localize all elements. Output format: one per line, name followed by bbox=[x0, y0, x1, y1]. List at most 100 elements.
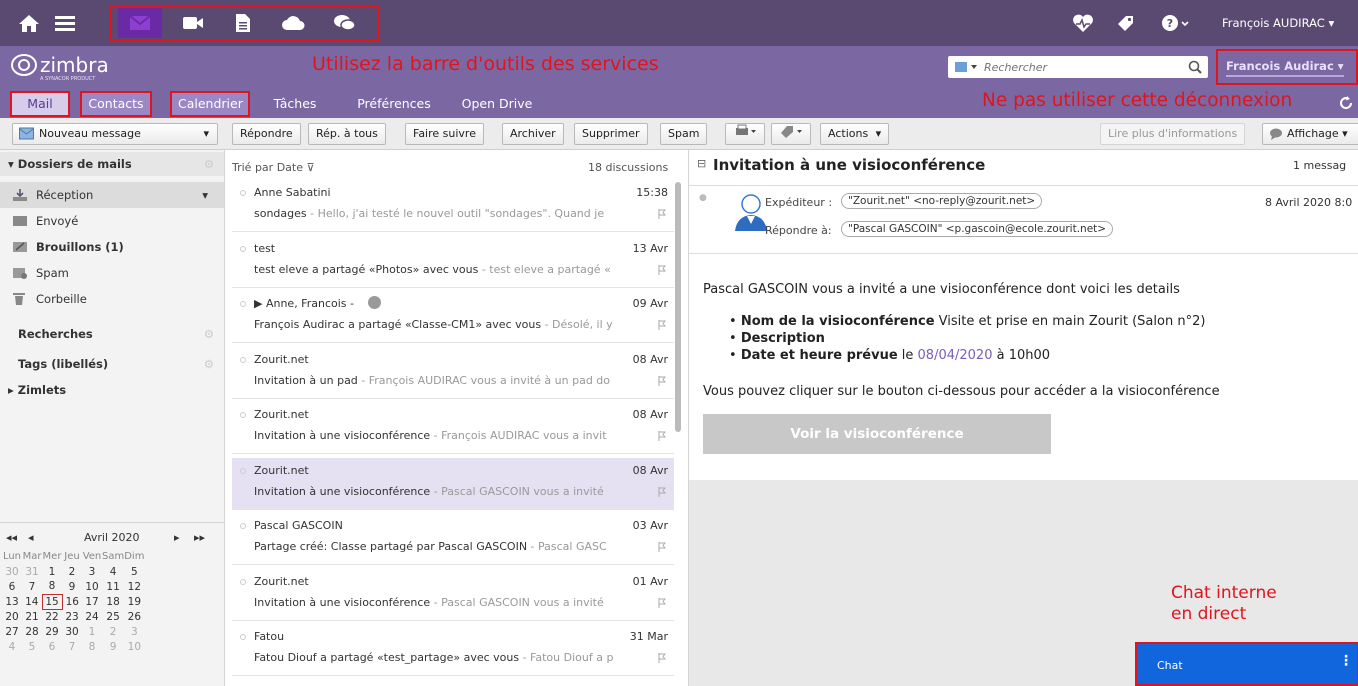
table-row[interactable]: Zourit.net 08 Avr Invitation à un pad - Fr… bbox=[232, 347, 674, 399]
next-year-icon[interactable]: ▸▸ bbox=[194, 531, 205, 544]
read-status-dot[interactable] bbox=[240, 412, 246, 418]
tab-tasks[interactable]: Tâches bbox=[264, 91, 326, 117]
flag-icon[interactable] bbox=[658, 431, 666, 441]
prev-year-icon[interactable]: ◂◂ bbox=[6, 531, 17, 544]
calendar-day[interactable]: 4 bbox=[102, 564, 124, 579]
sort-label[interactable]: Trié par Date ⊽ bbox=[232, 161, 315, 174]
reply-button[interactable]: Répondre bbox=[232, 123, 301, 145]
sidebar-item-inbox[interactable]: Réception ▾ bbox=[0, 182, 224, 208]
read-more-button[interactable]: Lire plus d'informations bbox=[1100, 123, 1246, 145]
read-status-dot[interactable] bbox=[240, 356, 246, 363]
flag-icon[interactable] bbox=[658, 486, 666, 497]
table-row[interactable]: Zourit.net 08 Avr Invitation à une visioco… bbox=[232, 457, 674, 510]
calendar-day[interactable]: 14 bbox=[22, 594, 42, 609]
calendar-day[interactable]: 9 bbox=[102, 639, 124, 654]
calendar-day[interactable]: 17 bbox=[82, 594, 102, 609]
calendar-day[interactable]: 10 bbox=[82, 579, 102, 594]
calendar-day[interactable]: 5 bbox=[22, 639, 42, 654]
calendar-day[interactable]: 2 bbox=[62, 564, 82, 579]
print-button[interactable] bbox=[725, 123, 765, 145]
searches-header[interactable]: Recherches ⚙ bbox=[0, 322, 224, 346]
table-row[interactable]: Fatou 31 Mar Fatou Diouf a partagé «test_p… bbox=[232, 624, 674, 676]
cloud-icon[interactable] bbox=[278, 8, 308, 38]
top-user-menu[interactable]: François AUDIRAC ▾ bbox=[1222, 16, 1334, 30]
table-row[interactable]: Pascal GASCOIN 03 Avr Partage créé: Classe… bbox=[232, 513, 674, 565]
table-row[interactable]: Anne Sabatini 15:38 sondages - Hello, j'ai… bbox=[232, 180, 674, 232]
calendar-day[interactable]: 26 bbox=[124, 609, 144, 624]
calendar-day[interactable]: 1 bbox=[42, 564, 62, 579]
sidebar-item-sent[interactable]: Envoyé bbox=[0, 208, 224, 234]
table-row[interactable]: ▶ Anne, Francois - 09 Avr François Audirac… bbox=[232, 291, 674, 343]
flag-icon[interactable] bbox=[658, 264, 666, 275]
calendar-day[interactable]: 7 bbox=[22, 579, 42, 594]
tab-mail[interactable]: Mail bbox=[10, 91, 70, 117]
tag-icon[interactable] bbox=[1110, 8, 1140, 38]
read-status-dot[interactable] bbox=[240, 190, 246, 196]
spam-button[interactable]: Spam bbox=[660, 123, 708, 145]
tag-button[interactable] bbox=[771, 123, 811, 145]
prev-month-icon[interactable]: ◂ bbox=[28, 531, 34, 544]
calendar-day[interactable]: 27 bbox=[2, 624, 22, 639]
archive-button[interactable]: Archiver bbox=[502, 123, 564, 145]
next-month-icon[interactable]: ▸ bbox=[174, 531, 180, 544]
read-status-dot[interactable] bbox=[240, 467, 246, 474]
menu-icon[interactable] bbox=[50, 8, 80, 38]
search-icon[interactable] bbox=[1188, 60, 1202, 74]
flag-icon[interactable] bbox=[658, 320, 666, 330]
forward-button[interactable]: Faire suivre bbox=[405, 123, 484, 145]
gear-icon[interactable]: ⚙ bbox=[204, 352, 214, 376]
flag-icon[interactable] bbox=[658, 542, 666, 552]
calendar-day[interactable]: 6 bbox=[42, 639, 62, 654]
tab-contacts[interactable]: Contacts bbox=[80, 91, 152, 117]
search-input[interactable] bbox=[984, 58, 1174, 76]
sidebar-item-drafts[interactable]: Brouillons (1) bbox=[0, 234, 224, 260]
calendar-day[interactable]: 19 bbox=[124, 594, 144, 609]
calendar-day[interactable]: 13 bbox=[2, 594, 22, 609]
refresh-icon[interactable] bbox=[1338, 95, 1354, 111]
chat-icon[interactable] bbox=[330, 8, 360, 38]
reply-to-chip[interactable]: "Pascal GASCOIN" <p.gascoin@ecole.zourit… bbox=[841, 221, 1114, 237]
calendar-day[interactable]: 16 bbox=[62, 594, 82, 609]
calendar-day[interactable]: 20 bbox=[2, 609, 22, 624]
chat-menu-icon[interactable]: ⋮ bbox=[1339, 653, 1353, 669]
flag-icon[interactable] bbox=[658, 653, 666, 663]
gear-icon[interactable]: ⚙ bbox=[204, 152, 214, 176]
table-row[interactable]: Zourit.net 01 Avr Invitation à une visioco… bbox=[232, 569, 674, 621]
video-icon[interactable] bbox=[178, 8, 208, 38]
search-type-icon[interactable] bbox=[954, 60, 980, 74]
chat-panel[interactable]: Chat ⋮ bbox=[1135, 642, 1358, 686]
calendar-day[interactable]: 5 bbox=[124, 564, 144, 579]
table-row[interactable]: test 13 Avr test eleve a partagé «Photos» … bbox=[232, 236, 674, 288]
flag-icon[interactable] bbox=[658, 597, 666, 608]
sender-chip[interactable]: "Zourit.net" <no-reply@zourit.net> bbox=[841, 193, 1043, 209]
list-scrollbar[interactable] bbox=[675, 182, 681, 432]
mail-icon[interactable] bbox=[118, 8, 162, 38]
date-link[interactable]: 08/04/2020 bbox=[918, 348, 993, 363]
delete-button[interactable]: Supprimer bbox=[574, 123, 648, 145]
join-visio-button[interactable]: Voir la visioconférence bbox=[703, 414, 1051, 454]
tab-preferences[interactable]: Préférences bbox=[344, 91, 444, 117]
calendar-day[interactable]: 30 bbox=[2, 564, 22, 579]
tab-open-drive[interactable]: Open Drive bbox=[454, 91, 540, 117]
tags-header[interactable]: Tags (libellés) ⚙ bbox=[0, 352, 224, 376]
calendar-day[interactable]: 12 bbox=[124, 579, 144, 594]
calendar-day[interactable]: 21 bbox=[22, 609, 42, 624]
calendar-day[interactable]: 22 bbox=[42, 609, 62, 624]
calendar-day[interactable]: 11 bbox=[102, 579, 124, 594]
sidebar-item-trash[interactable]: Corbeille bbox=[0, 286, 224, 312]
calendar-day[interactable]: 2 bbox=[102, 624, 124, 639]
new-message-button[interactable]: Nouveau message ▾ bbox=[12, 123, 218, 145]
calendar-day[interactable]: 8 bbox=[82, 639, 102, 654]
user-logout-button[interactable]: Francois Audirac ▾ bbox=[1226, 59, 1344, 77]
heartbeat-icon[interactable] bbox=[1068, 8, 1098, 38]
calendar-day[interactable]: 9 bbox=[62, 579, 82, 594]
calendar-day[interactable]: 29 bbox=[42, 624, 62, 639]
document-icon[interactable] bbox=[228, 8, 258, 38]
calendar-day[interactable]: 15 bbox=[41, 593, 63, 610]
reply-all-button[interactable]: Rép. à tous bbox=[308, 123, 386, 145]
calendar-day[interactable]: 31 bbox=[22, 564, 42, 579]
search-box[interactable] bbox=[948, 56, 1208, 78]
zimlets-header[interactable]: ▸ Zimlets bbox=[0, 378, 224, 402]
read-status-dot[interactable] bbox=[240, 578, 246, 585]
calendar-day[interactable]: 4 bbox=[2, 639, 22, 654]
